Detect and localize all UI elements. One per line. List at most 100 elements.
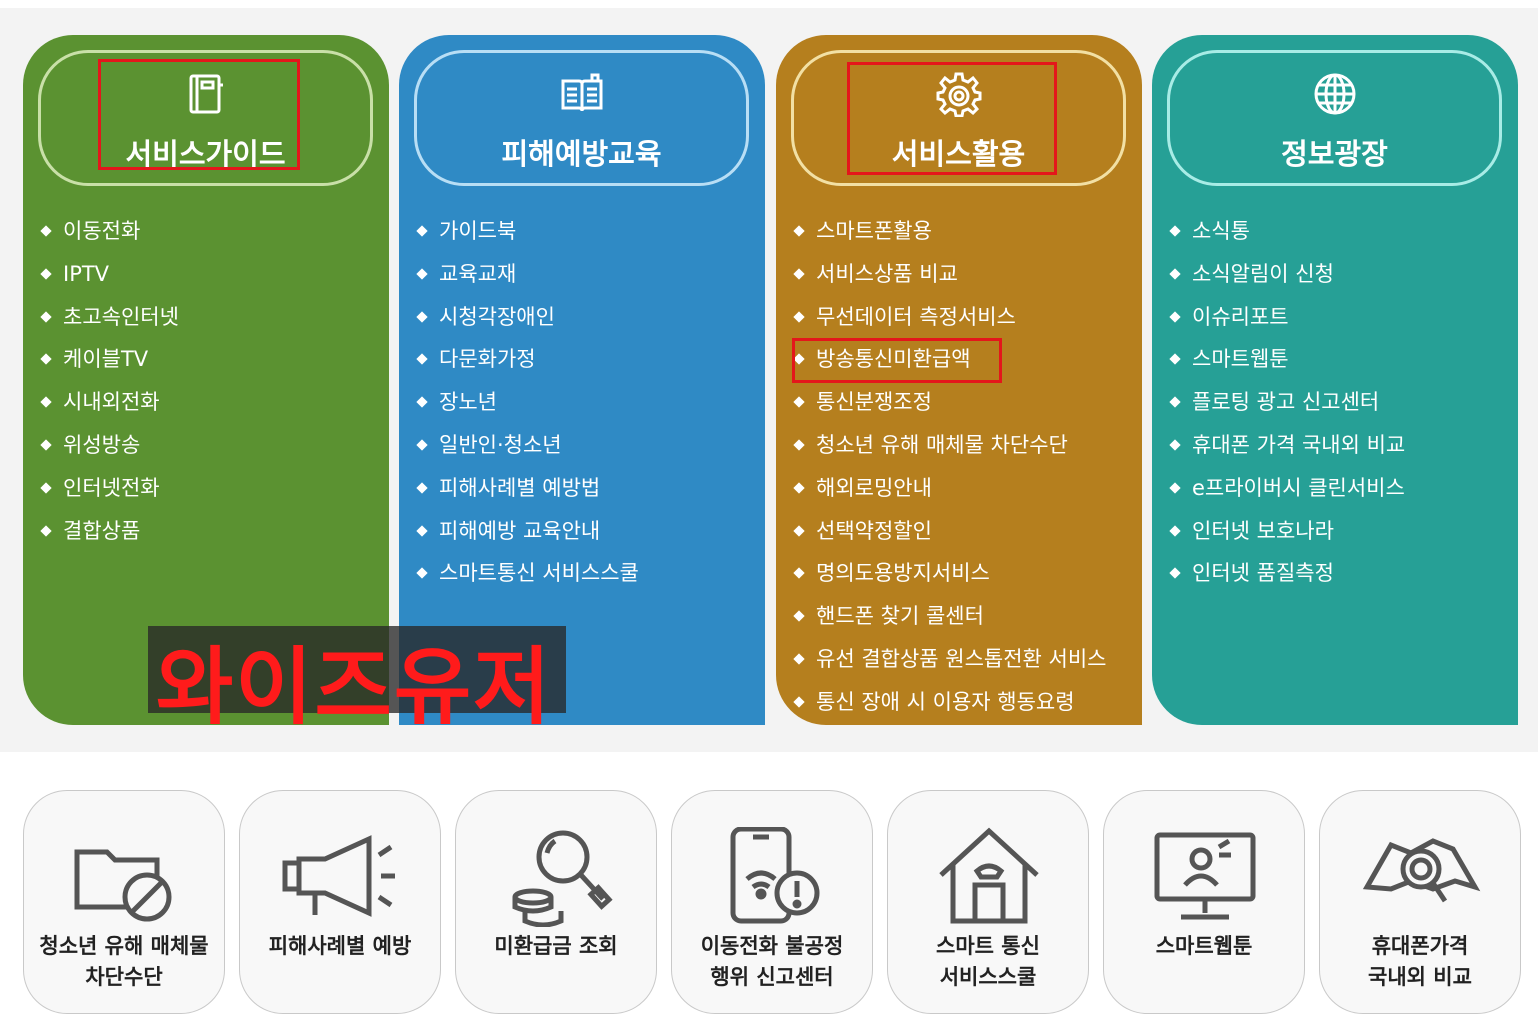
bullet-icon — [1169, 225, 1181, 237]
bullet-icon — [40, 353, 52, 366]
top-margin — [0, 0, 1538, 8]
menu-item[interactable]: 무선데이터 측정서비스 — [792, 299, 1107, 342]
column-title: 서비스활용 — [891, 137, 1026, 171]
bullet-icon — [416, 268, 428, 280]
bullet-icon — [793, 268, 805, 280]
menu-item[interactable]: IPTV — [39, 256, 179, 299]
column-header-info-plaza[interactable]: 정보광장 — [1167, 50, 1502, 186]
menu-item[interactable]: 소식알림이 신청 — [1168, 256, 1405, 299]
bullet-icon — [793, 439, 805, 451]
bullet-icon — [793, 610, 805, 622]
quick-link-damage-prevention[interactable]: 피해사례별 예방 — [239, 790, 441, 1014]
bullet-icon — [416, 310, 428, 323]
menu-item[interactable]: 일반인·청소년 — [415, 427, 639, 470]
bullet-icon — [1169, 482, 1181, 494]
column-header-service-use[interactable]: 서비스활용 — [791, 50, 1126, 186]
quick-link-unfair-practice-report[interactable]: 이동전화 불공정 행위 신고센터 — [671, 790, 873, 1014]
bullet-icon — [1169, 353, 1181, 366]
quick-link-smart-school[interactable]: 스마트 통신 서비스스쿨 — [887, 790, 1089, 1014]
column-header-damage-prevention[interactable]: 피해예방교육 — [414, 50, 749, 186]
menu-item[interactable]: 시내외전화 — [39, 384, 179, 427]
monitor-icon — [1154, 832, 1256, 920]
column-service-use: 서비스활용 스마트폰활용 서비스상품 비교 무선데이터 측정서비스 방송통신미환… — [776, 35, 1142, 725]
bullet-icon — [793, 653, 805, 665]
menu-list-damage-prevention: 가이드북 교육교재 시청각장애인 다문화가정 장노년 일반인·청소년 피해사례별… — [415, 213, 639, 598]
menu-item[interactable]: 핸드폰 찾기 콜센터 — [792, 598, 1107, 641]
quick-link-phone-price-compare[interactable]: 휴대폰가격 국내외 비교 — [1319, 790, 1521, 1014]
menu-item[interactable]: 인터넷전화 — [39, 470, 179, 513]
menu-item[interactable]: e프라이버시 클린서비스 — [1168, 470, 1405, 513]
notebook-icon — [189, 74, 223, 114]
bullet-icon — [1169, 439, 1181, 451]
column-title: 정보광장 — [1281, 137, 1388, 171]
quick-link-label: 스마트 통신 서비스스쿨 — [936, 934, 1040, 989]
bullet-icon — [40, 524, 52, 537]
menu-item[interactable]: 서비스상품 비교 — [792, 256, 1107, 299]
quick-link-label: 미환급금 조회 — [494, 934, 618, 958]
menu-item[interactable]: 시청각장애인 — [415, 299, 639, 342]
map-search-icon — [1362, 838, 1481, 903]
bullet-icon — [1169, 524, 1181, 537]
column-header-service-guide[interactable]: 서비스가이드 — [38, 50, 373, 186]
quick-link-label: 휴대폰가격 국내외 비교 — [1368, 934, 1472, 989]
bullet-icon — [416, 396, 428, 408]
bullet-icon — [793, 524, 805, 537]
quick-link-refund-lookup[interactable]: 미환급금 조회 — [455, 790, 657, 1014]
menu-item[interactable]: 선택약정할인 — [792, 513, 1107, 556]
bullet-icon — [416, 439, 428, 451]
folder-block-icon — [74, 849, 172, 922]
menu-item[interactable]: 이슈리포트 — [1168, 299, 1405, 342]
bullet-icon — [793, 696, 805, 708]
menu-item[interactable]: 인터넷 품질측정 — [1168, 555, 1405, 598]
phone-alert-icon — [730, 827, 820, 924]
bullet-icon — [1169, 310, 1181, 323]
menu-item[interactable]: 이동전화 — [39, 213, 179, 256]
menu-item[interactable]: 위성방송 — [39, 427, 179, 470]
menu-item[interactable]: 교육교재 — [415, 256, 639, 299]
bullet-icon — [1169, 396, 1181, 408]
bullet-icon — [793, 225, 805, 237]
menu-item[interactable]: 명의도용방지서비스 — [792, 555, 1107, 598]
menu-item[interactable]: 결합상품 — [39, 513, 179, 556]
quick-link-label: 이동전화 불공정 행위 신고센터 — [700, 934, 844, 989]
bullet-icon — [416, 225, 428, 237]
menu-item[interactable]: 통신분쟁조정 — [792, 384, 1107, 427]
quick-link-youth-block[interactable]: 청소년 유해 매체물 차단수단 — [23, 790, 225, 1014]
bullet-icon — [40, 482, 52, 494]
menu-item[interactable]: 가이드북 — [415, 213, 639, 256]
bullet-icon — [793, 310, 805, 323]
watermark-text: 와이즈유저 — [156, 638, 553, 736]
menu-item[interactable]: 피해예방 교육안내 — [415, 513, 639, 556]
menu-item[interactable]: 청소년 유해 매체물 차단수단 — [792, 427, 1107, 470]
bullet-icon — [40, 396, 52, 408]
column-title: 피해예방교육 — [501, 137, 662, 171]
menu-item[interactable]: 케이블TV — [39, 341, 179, 384]
menu-item[interactable]: 스마트웹툰 — [1168, 341, 1405, 384]
menu-item[interactable]: 스마트폰활용 — [792, 213, 1107, 256]
menu-item[interactable]: 장노년 — [415, 384, 639, 427]
bullet-icon — [416, 482, 428, 494]
menu-item[interactable]: 해외로밍안내 — [792, 470, 1107, 513]
magnifier-coins-icon — [512, 830, 613, 927]
menu-item[interactable]: 스마트통신 서비스스쿨 — [415, 555, 639, 598]
menu-item[interactable]: 플로팅 광고 신고센터 — [1168, 384, 1405, 427]
bullet-icon — [416, 524, 428, 537]
menu-item[interactable]: 초고속인터넷 — [39, 299, 179, 342]
book-icon — [561, 73, 602, 112]
menu-item[interactable]: 휴대폰 가격 국내외 비교 — [1168, 427, 1405, 470]
menu-item[interactable]: 인터넷 보호나라 — [1168, 513, 1405, 556]
menu-item[interactable]: 방송통신미환급액 — [792, 341, 1107, 384]
bullet-icon — [40, 225, 52, 237]
bullet-icon — [416, 353, 428, 366]
bullet-icon — [40, 439, 52, 451]
bullet-icon — [40, 310, 52, 323]
bullet-icon — [40, 268, 52, 280]
menu-item[interactable]: 유선 결합상품 원스톱전환 서비스 — [792, 641, 1107, 684]
quick-link-smart-webtoon[interactable]: 스마트웹툰 — [1103, 790, 1305, 1014]
menu-item[interactable]: 통신 장애 시 이용자 행동요령 — [792, 684, 1107, 727]
menu-item[interactable]: 소식통 — [1168, 213, 1405, 256]
quick-link-label: 피해사례별 예방 — [268, 934, 412, 958]
menu-item[interactable]: 다문화가정 — [415, 341, 639, 384]
menu-item[interactable]: 피해사례별 예방법 — [415, 470, 639, 513]
quick-link-label: 청소년 유해 매체물 차단수단 — [39, 934, 209, 989]
